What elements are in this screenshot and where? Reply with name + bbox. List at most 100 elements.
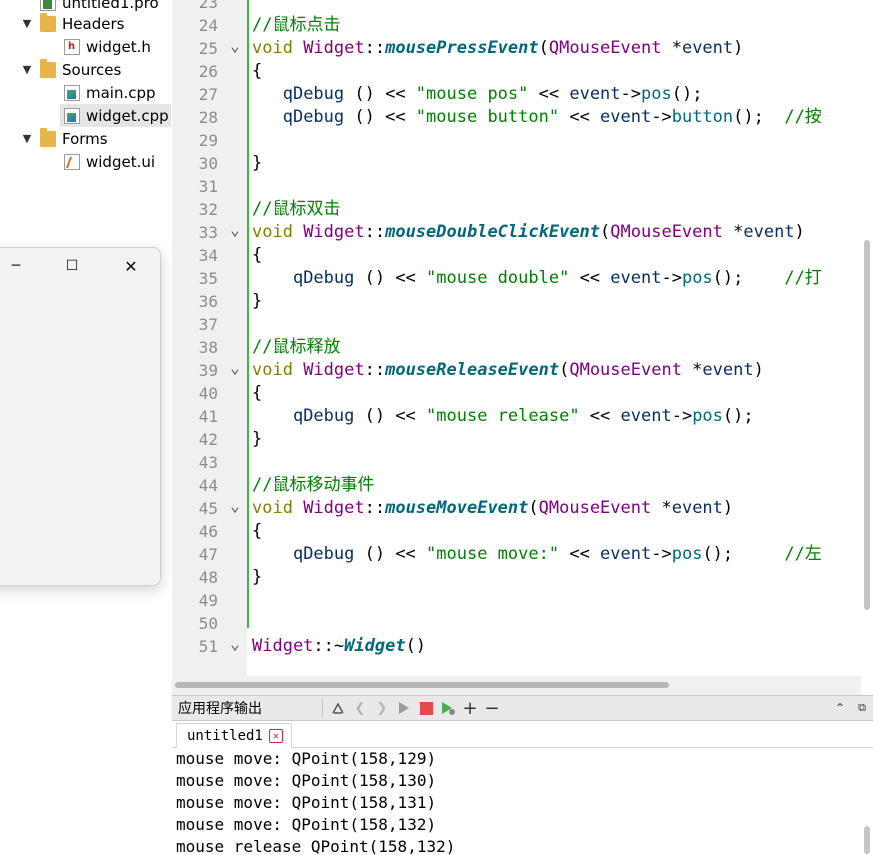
code-line[interactable]: 36}	[172, 290, 873, 313]
code-token: )	[733, 38, 744, 58]
code-token: Widget	[252, 636, 314, 656]
code-token: pos	[671, 544, 703, 564]
fold-marker-icon[interactable]: ⌄	[228, 635, 242, 653]
output-line: mouse move: QPoint(158,132)	[176, 815, 437, 834]
attach-debugger-icon[interactable]	[437, 698, 459, 718]
code-line[interactable]: 35 qDebug () << "mouse double" << event-…	[172, 267, 873, 290]
tree-item-widget-ui[interactable]: widget.ui	[64, 150, 155, 173]
code-line[interactable]: 26 {	[172, 60, 873, 83]
code-line[interactable]: 50	[172, 612, 873, 635]
editor-horizontal-scrollbar[interactable]	[172, 676, 861, 695]
line-number: 28	[198, 108, 218, 127]
code-line[interactable]: 34 {	[172, 244, 873, 267]
chevron-down-icon[interactable]: ▼	[20, 17, 34, 30]
code-line[interactable]: 45 ⌄ void Widget::mouseMoveEvent(QMouseEve…	[172, 497, 873, 520]
code-token: "mouse button"	[415, 107, 560, 127]
stop-icon[interactable]	[415, 698, 437, 718]
scrollbar-thumb[interactable]	[864, 240, 870, 610]
code-line[interactable]: 37	[172, 313, 873, 336]
prev-icon[interactable]: ❮	[349, 698, 371, 718]
code-token: <<	[579, 406, 621, 426]
tree-item-widget-h[interactable]: h widget.h	[64, 35, 151, 58]
code-token: *	[661, 498, 672, 518]
code-line[interactable]: 23	[172, 0, 873, 14]
fold-marker-icon[interactable]: ⌄	[228, 497, 242, 515]
code-line[interactable]: 30}	[172, 152, 873, 175]
code-token: //鼠标点击	[252, 15, 341, 35]
code-text: }	[252, 152, 262, 175]
code-token: ::	[364, 38, 386, 58]
code-line[interactable]: 28 qDebug () << "mouse button" << event-…	[172, 106, 873, 129]
maximize-button[interactable]: ☐	[57, 257, 87, 275]
code-line[interactable]: 48}	[172, 566, 873, 589]
filter-icon[interactable]	[327, 698, 349, 718]
next-icon[interactable]: ❯	[371, 698, 393, 718]
code-token: mousePressEvent	[385, 38, 539, 58]
code-token: Widget	[344, 636, 406, 656]
output-text[interactable]: mouse move: QPoint(158,129) mouse move: …	[176, 748, 856, 855]
code-line[interactable]: 31	[172, 175, 873, 198]
code-token: {	[252, 383, 263, 403]
scrollbar-thumb[interactable]	[864, 826, 870, 854]
output-line: mouse move: QPoint(158,131)	[176, 793, 437, 812]
code-line[interactable]: 41 qDebug () << "mouse release" << event…	[172, 405, 873, 428]
code-token: ->	[661, 268, 682, 288]
code-line[interactable]: 42}	[172, 428, 873, 451]
app-window[interactable]: ─ ☐ ✕	[0, 247, 161, 586]
tree-item-label: Forms	[62, 129, 108, 148]
code-line[interactable]: 46 {	[172, 520, 873, 543]
code-token: QMouseEvent	[569, 360, 693, 380]
code-line[interactable]: 43	[172, 451, 873, 474]
code-text: qDebug () << "mouse release" << event->p…	[252, 405, 754, 428]
editor-vertical-scrollbar[interactable]	[861, 0, 873, 676]
tree-item-main-cpp[interactable]: main.cpp	[64, 81, 156, 104]
zoom-out-icon[interactable]: −	[481, 698, 503, 719]
float-icon[interactable]: ⧉	[851, 698, 873, 718]
fold-marker-icon[interactable]: ⌄	[228, 221, 242, 239]
code-line[interactable]: 38 //鼠标释放	[172, 336, 873, 359]
code-line[interactable]: 33 ⌄ void Widget::mouseDoubleClickEvent(QM…	[172, 221, 873, 244]
tree-item-widget-cpp[interactable]: widget.cpp	[60, 104, 171, 127]
code-token: <<	[528, 84, 570, 104]
code-token: )	[722, 498, 734, 518]
fold-marker-icon[interactable]: ⌄	[228, 37, 242, 55]
scrollbar-thumb[interactable]	[175, 682, 669, 688]
code-line[interactable]: 39 ⌄ void Widget::mouseReleaseEvent(QMouse…	[172, 359, 873, 382]
code-line[interactable]: 24 //鼠标点击	[172, 14, 873, 37]
code-line[interactable]: 40 {	[172, 382, 873, 405]
tree-item-headers[interactable]: ▼ Headers	[20, 12, 124, 35]
code-line[interactable]: 44 //鼠标移动事件	[172, 474, 873, 497]
fold-marker-icon[interactable]: ⌄	[228, 359, 242, 377]
line-number: 46	[198, 522, 218, 541]
minimize-button[interactable]: ─	[1, 257, 31, 275]
collapse-icon[interactable]: ⌃	[829, 698, 851, 718]
code-token: Widget	[303, 498, 365, 518]
code-editor[interactable]: 2324//鼠标点击 25 ⌄ void Widget::mousePressEven…	[172, 0, 873, 676]
code-text: }	[252, 428, 262, 451]
code-line[interactable]: 25 ⌄ void Widget::mousePressEvent(QMouseEv…	[172, 37, 873, 60]
code-token: event	[702, 360, 754, 380]
chevron-down-icon[interactable]: ▼	[20, 132, 34, 145]
code-line[interactable]: 29	[172, 129, 873, 152]
tree-item-forms[interactable]: ▼ Forms	[20, 127, 108, 150]
code-line[interactable]: 49	[172, 589, 873, 612]
output-vertical-scrollbar[interactable]	[861, 748, 873, 855]
code-line[interactable]: 47 qDebug () << "mouse move:" << event->…	[172, 543, 873, 566]
code-token: "mouse pos"	[415, 84, 529, 104]
tab-untitled1[interactable]: untitled1 ✕	[176, 723, 292, 748]
code-line[interactable]: 51 ⌄ Widget::~Widget()	[172, 635, 873, 658]
run-icon[interactable]	[393, 698, 415, 718]
chevron-down-icon[interactable]: ▼	[20, 63, 34, 76]
output-line: mouse move: QPoint(158,129)	[176, 749, 437, 768]
code-line[interactable]: 27 qDebug () << "mouse pos" << event->po…	[172, 83, 873, 106]
code-token: qDebug	[292, 268, 355, 288]
code-token: ->	[620, 84, 642, 104]
tree-item-sources[interactable]: ▼ Sources	[20, 58, 121, 81]
close-tab-icon[interactable]: ✕	[268, 729, 283, 743]
folder-icon	[40, 58, 56, 78]
line-number: 23	[198, 0, 218, 12]
close-button[interactable]: ✕	[116, 257, 146, 276]
code-line[interactable]: 32 //鼠标双击	[172, 198, 873, 221]
zoom-in-icon[interactable]: +	[459, 698, 481, 719]
cpp-file-icon	[64, 84, 80, 101]
